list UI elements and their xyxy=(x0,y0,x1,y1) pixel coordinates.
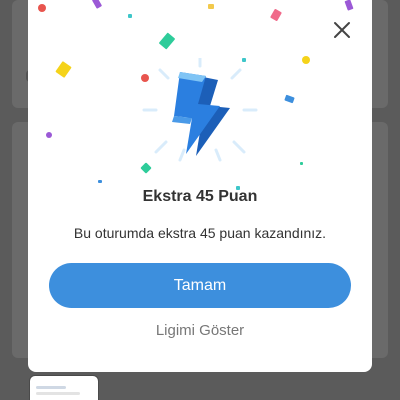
background-thumbnail xyxy=(30,376,98,400)
lightning-bolt-icon xyxy=(140,56,260,162)
close-icon xyxy=(334,22,350,38)
ok-button[interactable]: Tamam xyxy=(49,263,351,308)
dialog-title: Ekstra 45 Puan xyxy=(142,188,258,205)
app-screen: Ekstra 45 Puan Bu oturumda ekstra 45 pua… xyxy=(0,0,400,400)
reward-dialog: Ekstra 45 Puan Bu oturumda ekstra 45 pua… xyxy=(28,0,372,372)
show-my-league-link[interactable]: Ligimi Göster xyxy=(28,322,372,339)
close-button[interactable] xyxy=(332,20,352,40)
dialog-message: Bu oturumda ekstra 45 puan kazandınız. xyxy=(73,225,327,241)
